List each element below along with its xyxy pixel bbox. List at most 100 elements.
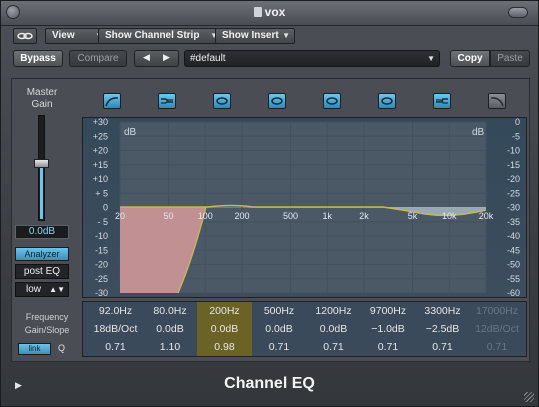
- band-4-frequency-value[interactable]: 500Hz: [252, 302, 307, 320]
- show-insert-label: Show Insert: [222, 30, 279, 41]
- low-shelf-icon: [161, 98, 173, 104]
- resolution-value: low: [26, 284, 42, 295]
- view-menu-label: View: [52, 30, 75, 41]
- preset-menu[interactable]: #default ▼: [184, 50, 440, 67]
- band-6-frequency-value[interactable]: 9700Hz: [361, 302, 416, 320]
- left-scale-label: +10: [93, 174, 108, 184]
- right-scale-label: -50: [507, 260, 520, 270]
- band-1-q-value[interactable]: 0.71: [88, 338, 143, 356]
- left-scale-label: +30: [93, 118, 108, 127]
- band-6-gain-slope-value[interactable]: −1.0dB: [361, 320, 416, 338]
- compare-button[interactable]: Compare: [69, 50, 127, 67]
- band-3-q-value[interactable]: 0.98: [197, 338, 252, 356]
- left-scale-label: + 5: [95, 188, 108, 198]
- band-7-params[interactable]: 3300Hz −2.5dB 0.71: [415, 302, 470, 356]
- band-3-bell-button[interactable]: [213, 93, 231, 109]
- document-icon: [253, 7, 262, 17]
- analyzer-button[interactable]: Analyzer: [15, 247, 69, 261]
- band-6-q-value[interactable]: 0.71: [361, 338, 416, 356]
- band-2-gain-slope-value[interactable]: 0.0dB: [143, 320, 198, 338]
- right-scale-label: -5: [512, 131, 520, 141]
- band-1-frequency-value[interactable]: 92.0Hz: [88, 302, 143, 320]
- fader-handle[interactable]: [34, 159, 49, 168]
- band-parameter-table: 92.0Hz 18dB/Oct 0.71 80.0Hz 0.0dB 1.10 200Hz 0.…: [82, 301, 527, 357]
- band-1-params[interactable]: 92.0Hz 18dB/Oct 0.71: [88, 302, 143, 356]
- eq-graph[interactable]: +30 +25 +20 +15 +10 + 5 0 - 5 -10 -15 -20 -25 -30 0 -…: [83, 118, 526, 297]
- left-scale-label: -30: [95, 288, 108, 297]
- graph-left-unit: dB: [124, 127, 137, 138]
- preset-name: #default: [190, 53, 226, 64]
- band-3-params[interactable]: 200Hz 0.0dB 0.98: [197, 302, 252, 356]
- show-insert-menu[interactable]: Show Insert ▼: [215, 28, 295, 44]
- left-scale-label: +25: [93, 131, 108, 141]
- band-7-q-value[interactable]: 0.71: [415, 338, 470, 356]
- copy-button[interactable]: Copy: [450, 50, 490, 67]
- band-8-gain-slope-value[interactable]: 12dB/Oct: [470, 320, 525, 338]
- right-scale-label: -20: [507, 174, 520, 184]
- show-channel-strip-menu[interactable]: Show Channel Strip▼: [98, 28, 223, 44]
- band-6-params[interactable]: 9700Hz −1.0dB 0.71: [361, 302, 416, 356]
- link-icon: [17, 32, 33, 40]
- channel-strip-label: Show Channel Strip: [105, 30, 200, 41]
- master-gain-fader[interactable]: [38, 115, 45, 221]
- band-7-high-shelf-button[interactable]: [433, 93, 451, 109]
- band-7-gain-slope-value[interactable]: −2.5dB: [415, 320, 470, 338]
- right-scale-label: 0: [515, 118, 520, 127]
- frequency-label: 5k: [408, 211, 418, 221]
- window-title-text: vox: [264, 5, 286, 19]
- right-scale-label: -55: [507, 274, 520, 284]
- band-5-q-value[interactable]: 0.71: [306, 338, 361, 356]
- right-scale-label: -10: [507, 146, 520, 156]
- band-6-bell-button[interactable]: [378, 93, 396, 109]
- bell-icon: [381, 97, 393, 105]
- band-5-gain-slope-value[interactable]: 0.0dB: [306, 320, 361, 338]
- title-bar[interactable]: vox: [1, 1, 538, 26]
- high-shelf-icon: [436, 98, 448, 104]
- chevron-down-icon: ▼: [427, 54, 435, 63]
- band-4-q-value[interactable]: 0.71: [252, 338, 307, 356]
- band-4-bell-button[interactable]: [268, 93, 286, 109]
- band-8-params[interactable]: 17000Hz 12dB/Oct 0.71: [470, 302, 525, 356]
- bell-icon: [216, 97, 228, 105]
- band-5-params[interactable]: 1200Hz 0.0dB 0.71: [306, 302, 361, 356]
- right-scale-label: -25: [507, 188, 520, 198]
- plugin-name: Channel EQ: [224, 375, 315, 392]
- band-1-low-cut-button[interactable]: [103, 93, 121, 109]
- band-5-frequency-value[interactable]: 1200Hz: [306, 302, 361, 320]
- paste-button[interactable]: Paste: [490, 50, 530, 67]
- band-8-frequency-value[interactable]: 17000Hz: [470, 302, 525, 320]
- analyzer-resolution-select[interactable]: low ▲▼: [15, 282, 69, 297]
- toolbar-toggle-button[interactable]: [508, 7, 528, 18]
- low-cut-icon: [105, 97, 119, 107]
- band-5-bell-button[interactable]: [323, 93, 341, 109]
- band-3-gain-slope-value[interactable]: 0.0dB: [197, 320, 252, 338]
- bell-icon: [326, 97, 338, 105]
- q-link-button[interactable]: link: [18, 343, 51, 355]
- frequency-label: 2k: [359, 211, 369, 221]
- band-2-low-shelf-button[interactable]: [158, 93, 176, 109]
- analyzer-position-button[interactable]: post EQ: [15, 264, 69, 279]
- band-8-q-value[interactable]: 0.71: [470, 338, 525, 356]
- band-2-params[interactable]: 80.0Hz 0.0dB 1.10: [143, 302, 198, 356]
- parameter-section: Frequency Gain/Slope link Q 92.0Hz 18dB/O…: [11, 301, 530, 362]
- master-gain-value[interactable]: 0.0dB: [15, 225, 69, 239]
- band-8-high-cut-button[interactable]: [488, 93, 506, 109]
- band-7-frequency-value[interactable]: 3300Hz: [415, 302, 470, 320]
- next-preset-button[interactable]: ▶: [163, 52, 170, 63]
- window-title: vox: [1, 5, 538, 19]
- eq-graph-display[interactable]: +30 +25 +20 +15 +10 + 5 0 - 5 -10 -15 -20 -25 -30 0 -…: [82, 117, 527, 298]
- right-scale-label: -15: [507, 160, 520, 170]
- band-1-gain-slope-value[interactable]: 18dB/Oct: [88, 320, 143, 338]
- band-4-params[interactable]: 500Hz 0.0dB 0.71: [252, 302, 307, 356]
- band-2-q-value[interactable]: 1.10: [143, 338, 198, 356]
- band-4-gain-slope-value[interactable]: 0.0dB: [252, 320, 307, 338]
- q-label: Q: [58, 343, 66, 353]
- band-2-frequency-value[interactable]: 80.0Hz: [143, 302, 198, 320]
- master-label: Master: [26, 87, 58, 98]
- link-button[interactable]: [13, 28, 37, 44]
- previous-preset-button[interactable]: ◀: [143, 52, 150, 63]
- resize-grip-icon[interactable]: [524, 392, 534, 402]
- left-scale-label: -10: [95, 231, 108, 241]
- band-3-frequency-value[interactable]: 200Hz: [197, 302, 252, 320]
- bypass-button[interactable]: Bypass: [13, 50, 63, 67]
